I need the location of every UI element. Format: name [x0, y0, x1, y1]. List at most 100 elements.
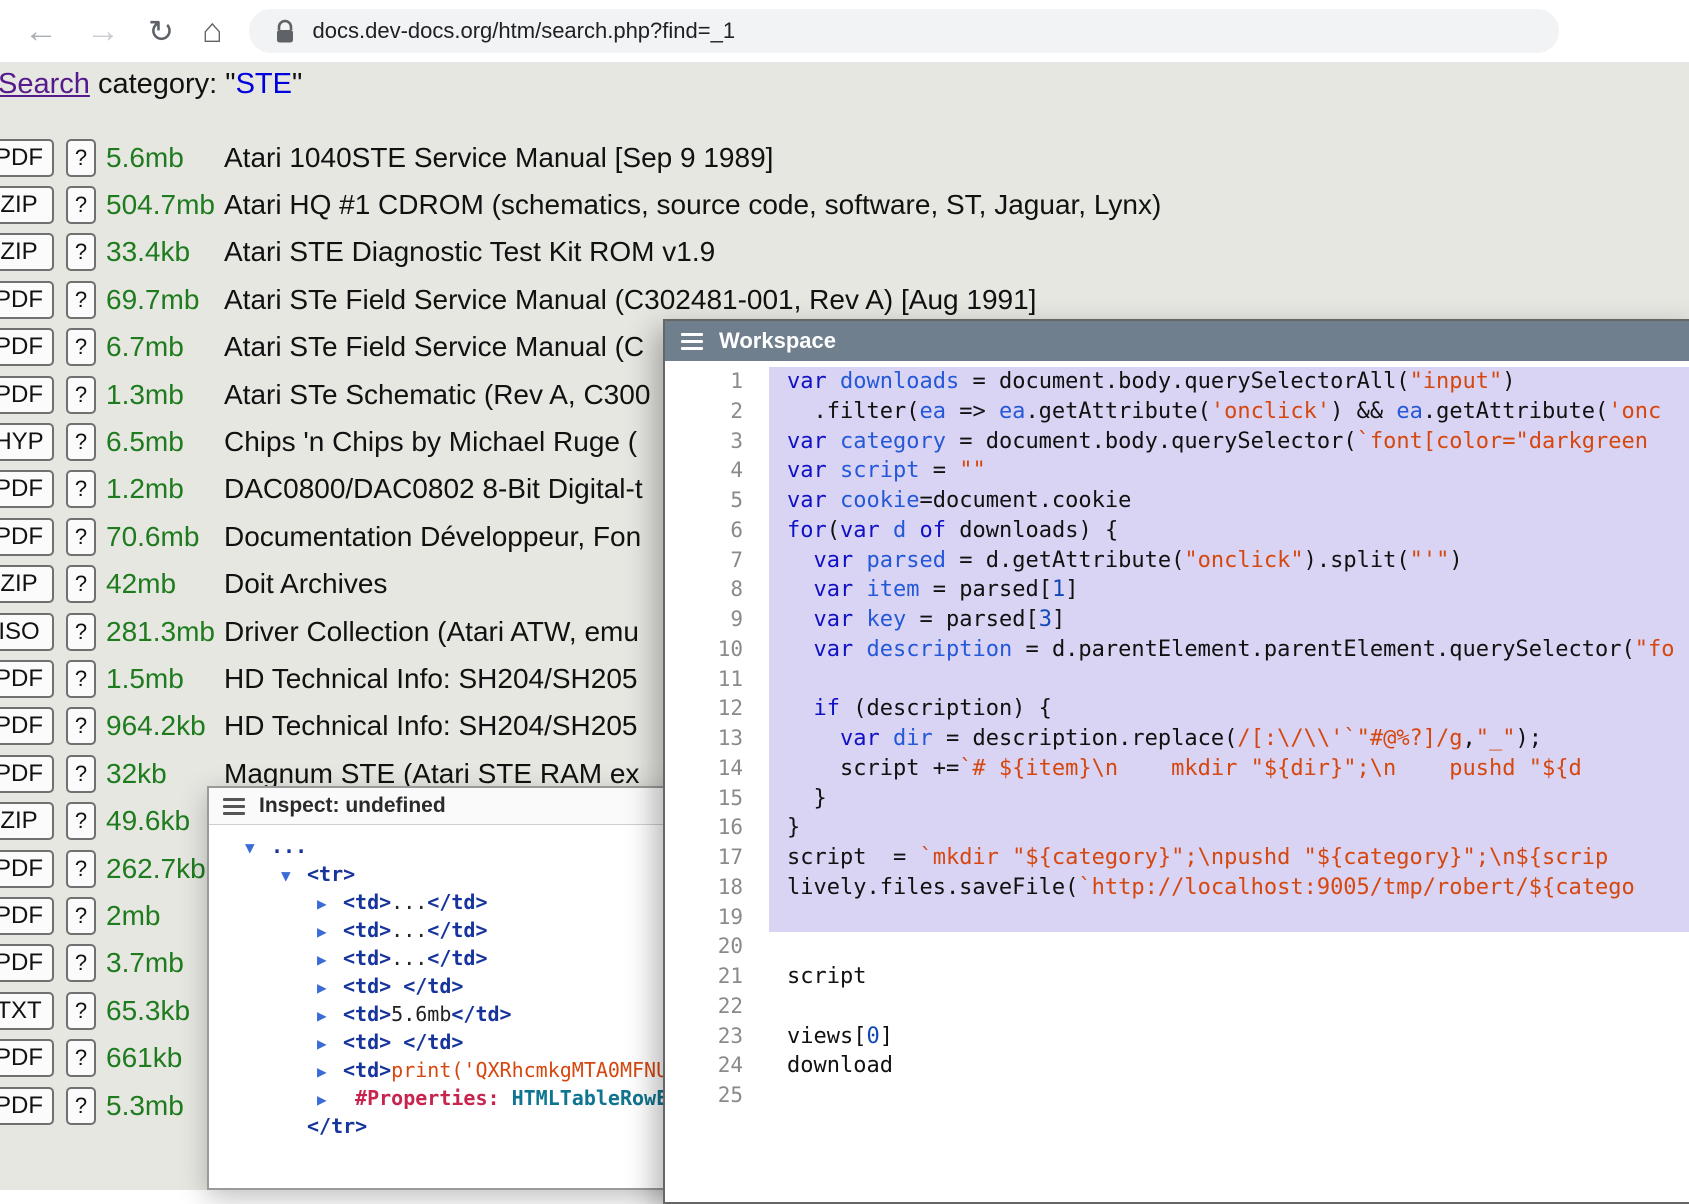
- expand-icon[interactable]: ▶: [317, 947, 343, 973]
- file-info-button[interactable]: ?: [66, 1039, 96, 1077]
- file-info-button[interactable]: ?: [66, 139, 96, 177]
- code-line[interactable]: 6for(var d of downloads) {: [665, 516, 1689, 546]
- code-line[interactable]: 9 var key = parsed[3]: [665, 605, 1689, 635]
- file-info-button[interactable]: ?: [66, 660, 96, 698]
- code-line[interactable]: 25: [665, 1081, 1689, 1111]
- collapse-icon[interactable]: ▼: [281, 863, 307, 889]
- file-type-badge[interactable]: ISO: [0, 613, 54, 651]
- file-info-button[interactable]: ?: [66, 992, 96, 1030]
- expand-icon[interactable]: ▶: [317, 975, 343, 1001]
- expand-icon[interactable]: ▶: [317, 1003, 343, 1029]
- code-line[interactable]: 8 var item = parsed[1]: [665, 575, 1689, 605]
- url-bar[interactable]: docs.dev-docs.org/htm/search.php?find=_1: [249, 9, 1559, 53]
- file-info-button[interactable]: ?: [66, 850, 96, 888]
- file-type-badge[interactable]: PDF: [0, 376, 54, 414]
- file-info-button[interactable]: ?: [66, 1087, 96, 1125]
- expand-icon[interactable]: ▶: [317, 891, 343, 917]
- file-type-badge[interactable]: PDF: [0, 897, 54, 935]
- file-type-badge[interactable]: ZIP: [0, 233, 54, 271]
- file-type-badge[interactable]: PDF: [0, 850, 54, 888]
- file-type-badge[interactable]: PDF: [0, 707, 54, 745]
- code-text: var downloads = document.body.querySelec…: [769, 367, 1689, 397]
- file-size: 69.7mb: [106, 284, 224, 316]
- code-line[interactable]: 2 .filter(ea => ea.getAttribute('onclick…: [665, 397, 1689, 427]
- file-info-button[interactable]: ?: [66, 755, 96, 793]
- expand-icon[interactable]: ▶: [317, 1087, 343, 1113]
- code-line[interactable]: 18lively.files.saveFile(`http://localhos…: [665, 873, 1689, 903]
- file-type-badge[interactable]: PDF: [0, 1039, 54, 1077]
- code-line[interactable]: 22: [665, 992, 1689, 1022]
- file-title: HD Technical Info: SH204/SH205: [224, 710, 638, 742]
- code-line[interactable]: 10 var description = d.parentElement.par…: [665, 635, 1689, 665]
- code-text: var description = d.parentElement.parent…: [769, 635, 1689, 665]
- code-token-pl: download: [787, 1053, 893, 1078]
- code-line[interactable]: 11: [665, 665, 1689, 695]
- file-type-badge[interactable]: ZIP: [0, 186, 54, 224]
- file-info-button[interactable]: ?: [66, 565, 96, 603]
- forward-icon[interactable]: →: [86, 14, 120, 48]
- file-info-button[interactable]: ?: [66, 233, 96, 271]
- file-info-button[interactable]: ?: [66, 186, 96, 224]
- code-line[interactable]: 15 }: [665, 784, 1689, 814]
- file-info-button[interactable]: ?: [66, 613, 96, 651]
- line-number: 10: [665, 635, 769, 665]
- file-type-badge[interactable]: PDF: [0, 1087, 54, 1125]
- code-line[interactable]: 5var cookie=document.cookie: [665, 486, 1689, 516]
- collapse-icon[interactable]: ▼: [245, 835, 271, 861]
- file-info-button[interactable]: ?: [66, 707, 96, 745]
- code-line[interactable]: 4var script = "": [665, 456, 1689, 486]
- reload-icon[interactable]: ↻: [148, 16, 174, 47]
- file-type-badge[interactable]: ZIP: [0, 565, 54, 603]
- file-info-button[interactable]: ?: [66, 470, 96, 508]
- code-text: script +=`# ${item}\n mkdir "${dir}";\n …: [769, 754, 1689, 784]
- code-editor[interactable]: 1var downloads = document.body.querySele…: [665, 361, 1689, 1202]
- code-line[interactable]: 17script = `mkdir "${category}";\npushd …: [665, 843, 1689, 873]
- file-info-button[interactable]: ?: [66, 897, 96, 935]
- file-type-badge[interactable]: PDF: [0, 755, 54, 793]
- expand-icon[interactable]: ▶: [317, 1059, 343, 1085]
- code-token-pl: ]: [880, 1024, 893, 1049]
- file-type-badge[interactable]: PDF: [0, 660, 54, 698]
- file-type-badge[interactable]: HYP: [0, 423, 54, 461]
- url-text[interactable]: docs.dev-docs.org/htm/search.php?find=_1: [313, 18, 736, 44]
- workspace-titlebar[interactable]: Workspace: [665, 321, 1689, 361]
- file-type-badge[interactable]: PDF: [0, 281, 54, 319]
- code-line[interactable]: 20: [665, 932, 1689, 962]
- file-type-badge[interactable]: PDF: [0, 328, 54, 366]
- code-token-pl: }: [787, 815, 800, 840]
- file-info-button[interactable]: ?: [66, 802, 96, 840]
- code-line[interactable]: 1var downloads = document.body.querySele…: [665, 367, 1689, 397]
- tree-token: [391, 974, 403, 998]
- expand-icon[interactable]: ▶: [317, 1031, 343, 1057]
- back-icon[interactable]: ←: [24, 14, 58, 48]
- code-line[interactable]: 24download: [665, 1051, 1689, 1081]
- code-line[interactable]: 14 script +=`# ${item}\n mkdir "${dir}";…: [665, 754, 1689, 784]
- file-type-badge[interactable]: PDF: [0, 139, 54, 177]
- file-info-button[interactable]: ?: [66, 423, 96, 461]
- code-line[interactable]: 13 var dir = description.replace(/[:\/\\…: [665, 724, 1689, 754]
- menu-icon[interactable]: [223, 798, 245, 815]
- file-info-button[interactable]: ?: [66, 376, 96, 414]
- file-type-badge[interactable]: PDF: [0, 944, 54, 982]
- file-info-button[interactable]: ?: [66, 328, 96, 366]
- code-line[interactable]: 21script: [665, 962, 1689, 992]
- code-line[interactable]: 23views[0]: [665, 1022, 1689, 1052]
- file-type-badge[interactable]: TXT: [0, 992, 54, 1030]
- expand-icon[interactable]: ▶: [317, 919, 343, 945]
- code-line[interactable]: 7 var parsed = d.getAttribute("onclick")…: [665, 546, 1689, 576]
- file-info-button[interactable]: ?: [66, 281, 96, 319]
- file-type-badge[interactable]: PDF: [0, 470, 54, 508]
- code-line[interactable]: 3var category = document.body.querySelec…: [665, 427, 1689, 457]
- code-line[interactable]: 19: [665, 903, 1689, 933]
- menu-icon[interactable]: [681, 333, 703, 350]
- file-info-button[interactable]: ?: [66, 944, 96, 982]
- code-token-vn: script: [840, 458, 919, 483]
- file-type-badge[interactable]: ZIP: [0, 802, 54, 840]
- search-link[interactable]: Search: [0, 68, 90, 100]
- file-type-badge[interactable]: PDF: [0, 518, 54, 556]
- home-icon[interactable]: ⌂: [202, 14, 223, 48]
- code-line[interactable]: 12 if (description) {: [665, 694, 1689, 724]
- code-token-pl: [880, 726, 893, 751]
- file-info-button[interactable]: ?: [66, 518, 96, 556]
- code-line[interactable]: 16}: [665, 813, 1689, 843]
